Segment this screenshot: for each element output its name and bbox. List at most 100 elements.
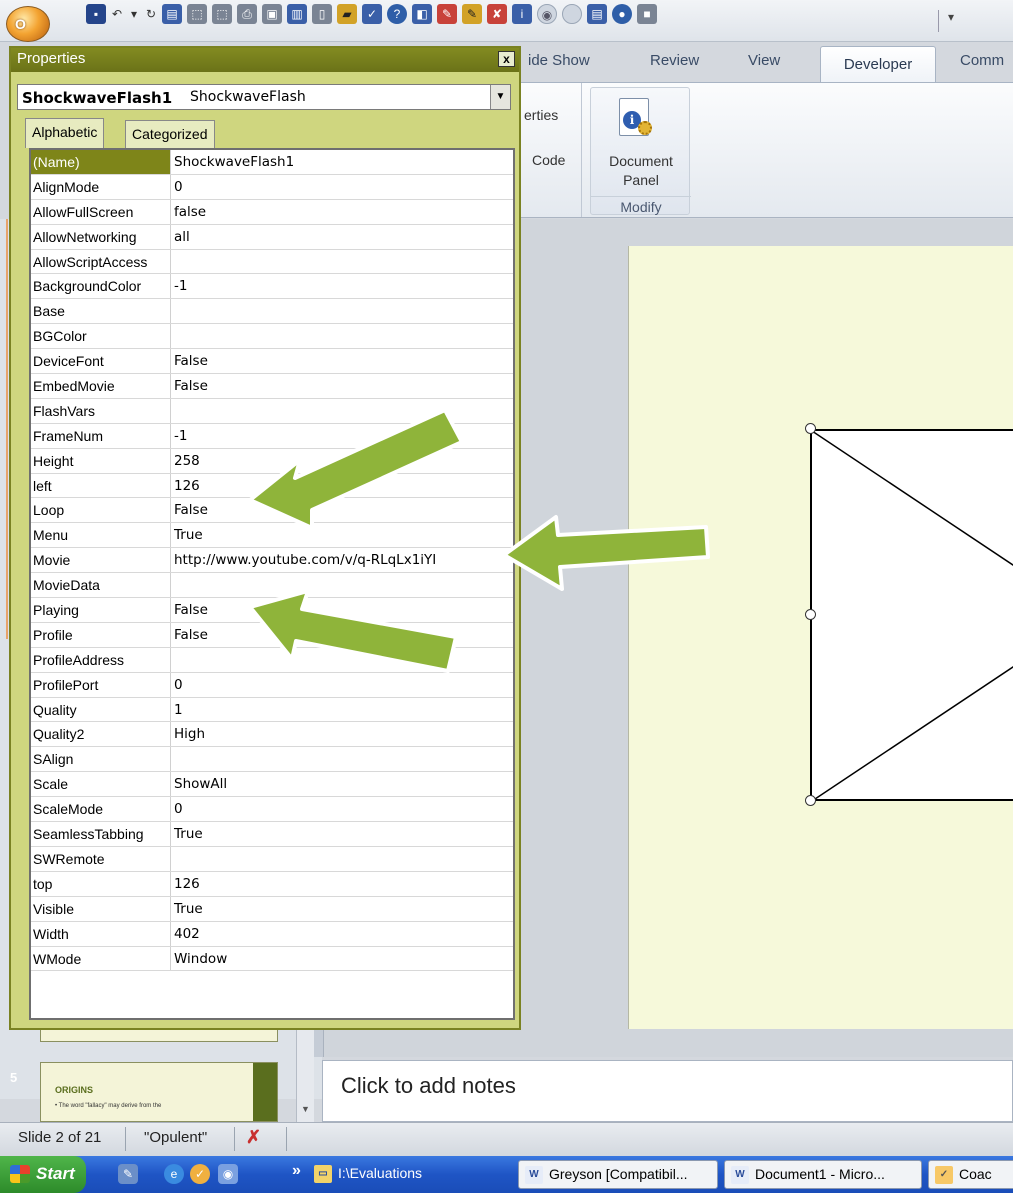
open-folder-icon[interactable]: ▰ bbox=[337, 4, 357, 24]
property-row[interactable]: Base bbox=[31, 299, 513, 325]
tab-review[interactable]: Review bbox=[650, 52, 699, 69]
document-panel-icon[interactable]: i bbox=[619, 98, 652, 136]
property-row[interactable]: ScaleMode 0 bbox=[31, 797, 513, 823]
quick-launch-icon-2[interactable]: ◉ bbox=[218, 1164, 238, 1184]
property-row[interactable]: top 126 bbox=[31, 871, 513, 897]
view-code-button[interactable]: Code bbox=[532, 152, 565, 168]
resize-handle-top-left[interactable] bbox=[805, 423, 816, 434]
slide-layout-icon[interactable]: ▤ bbox=[162, 4, 182, 24]
property-value[interactable]: 0 bbox=[172, 797, 513, 821]
property-value[interactable]: http://www.youtube.com/v/q-RLqLx1iYI bbox=[172, 548, 513, 572]
property-value[interactable]: -1 bbox=[172, 274, 513, 298]
property-row[interactable]: AllowFullScreen false bbox=[31, 199, 513, 225]
notes-pane[interactable]: Click to add notes bbox=[322, 1060, 1013, 1122]
property-value[interactable]: 0 bbox=[172, 175, 513, 199]
property-value[interactable]: True bbox=[172, 897, 513, 921]
taskbar-overflow-chevron[interactable]: » bbox=[292, 1162, 301, 1180]
internet-explorer-icon[interactable]: e bbox=[164, 1164, 184, 1184]
property-row[interactable]: Quality 1 bbox=[31, 697, 513, 723]
task-evaluations[interactable]: ▭ I:\Evaluations bbox=[308, 1160, 508, 1189]
task-coach[interactable]: ✓ Coac bbox=[928, 1160, 1013, 1189]
property-row[interactable]: Scale ShowAll bbox=[31, 772, 513, 798]
slide-thumbnail-4[interactable] bbox=[40, 1030, 278, 1042]
tab-developer[interactable]: Developer bbox=[820, 46, 936, 84]
show-desktop-icon[interactable]: ✎ bbox=[118, 1164, 138, 1184]
property-value[interactable]: 126 bbox=[172, 872, 513, 896]
insert-object-icon[interactable]: ◧ bbox=[412, 4, 432, 24]
select-icon[interactable]: ⬚ bbox=[212, 4, 232, 24]
property-row[interactable]: DeviceFont False bbox=[31, 349, 513, 375]
property-value[interactable] bbox=[172, 847, 513, 871]
property-value[interactable]: True bbox=[172, 822, 513, 846]
property-value[interactable]: High bbox=[172, 722, 513, 746]
quick-launch-icon[interactable]: ✓ bbox=[190, 1164, 210, 1184]
property-row[interactable]: WMode Window bbox=[31, 946, 513, 972]
slides-scrollbar[interactable]: ▼ bbox=[296, 1030, 314, 1130]
property-value[interactable] bbox=[172, 324, 513, 348]
property-value[interactable] bbox=[172, 747, 513, 771]
property-value[interactable]: False bbox=[172, 349, 513, 373]
property-row[interactable]: AllowScriptAccess bbox=[31, 249, 513, 275]
property-value[interactable]: False bbox=[172, 374, 513, 398]
start-button[interactable]: Start bbox=[0, 1156, 86, 1193]
print-preview-icon[interactable]: ▣ bbox=[262, 4, 282, 24]
print-icon[interactable]: ⎙ bbox=[237, 4, 257, 24]
property-row[interactable]: EmbedMovie False bbox=[31, 374, 513, 399]
new-document-icon[interactable]: ▯ bbox=[312, 4, 332, 24]
slide-thumbnail-5[interactable]: ORIGINS • The word "fallacy" may derive … bbox=[40, 1062, 278, 1122]
customize-toolbar-chevron-icon[interactable]: ▾ bbox=[948, 10, 954, 24]
document-panel-button[interactable]: Document Panel bbox=[591, 152, 691, 190]
property-row[interactable]: AlignMode 0 bbox=[31, 174, 513, 200]
tab-categorized[interactable]: Categorized bbox=[125, 120, 215, 148]
properties-button[interactable]: erties bbox=[524, 107, 558, 123]
property-row[interactable]: Movie http://www.youtube.com/v/q-RLqLx1iY… bbox=[31, 548, 513, 574]
properties-window[interactable]: Properties x ShockwaveFlash1 ShockwaveFl… bbox=[9, 46, 521, 1030]
form-icon[interactable]: ▤ bbox=[587, 4, 607, 24]
property-row[interactable]: SWRemote bbox=[31, 846, 513, 872]
redo-icon[interactable]: ↻ bbox=[145, 4, 157, 24]
radio-icon[interactable]: ◉ bbox=[537, 4, 557, 24]
highlighter-icon[interactable]: ✎ bbox=[462, 4, 482, 24]
save-icon[interactable]: ▪ bbox=[86, 4, 106, 24]
property-row[interactable]: SAlign bbox=[31, 747, 513, 773]
property-value[interactable]: all bbox=[172, 225, 513, 249]
quick-print-icon[interactable]: ▥ bbox=[287, 4, 307, 24]
circle-icon[interactable] bbox=[562, 4, 582, 24]
select-objects-icon[interactable]: ⬚ bbox=[187, 4, 207, 24]
office-button[interactable]: O bbox=[6, 6, 50, 42]
property-value[interactable]: Window bbox=[172, 947, 513, 971]
property-row[interactable]: Quality2 High bbox=[31, 722, 513, 748]
notes-placeholder[interactable]: Click to add notes bbox=[341, 1073, 516, 1099]
chevron-down-icon[interactable]: ▼ bbox=[490, 85, 510, 109]
property-value[interactable]: ShowAll bbox=[172, 772, 513, 796]
scroll-down-icon[interactable]: ▼ bbox=[301, 1104, 310, 1114]
property-row[interactable]: SeamlessTabbing True bbox=[31, 822, 513, 847]
object-selector[interactable]: ShockwaveFlash1 ShockwaveFlash ▼ bbox=[17, 84, 511, 110]
undo-icon[interactable]: ↶ bbox=[111, 4, 123, 24]
property-value[interactable] bbox=[172, 299, 513, 323]
spelling-check-icon[interactable]: ✗ bbox=[246, 1127, 274, 1149]
property-value[interactable] bbox=[172, 250, 513, 274]
property-row[interactable]: Visible True bbox=[31, 896, 513, 922]
property-value[interactable]: 402 bbox=[172, 922, 513, 946]
property-value[interactable]: 1 bbox=[172, 698, 513, 722]
tab-alphabetic[interactable]: Alphabetic bbox=[25, 118, 105, 148]
property-row[interactable]: AllowNetworking all bbox=[31, 224, 513, 250]
stop-icon[interactable]: ■ bbox=[637, 4, 657, 24]
resize-handle-left[interactable] bbox=[805, 609, 816, 620]
property-value[interactable]: false bbox=[172, 200, 513, 224]
pen-icon[interactable]: ✎ bbox=[437, 4, 457, 24]
tab-view[interactable]: View bbox=[748, 52, 780, 69]
record-icon[interactable]: ● bbox=[612, 4, 632, 24]
help-icon[interactable]: ? bbox=[387, 4, 407, 24]
property-row[interactable]: BGColor bbox=[31, 324, 513, 350]
close-button[interactable]: x bbox=[498, 51, 515, 67]
task-greyson[interactable]: W Greyson [Compatibil... bbox=[518, 1160, 718, 1189]
property-row[interactable]: Width 402 bbox=[31, 921, 513, 947]
eraser-icon[interactable]: ✘ bbox=[487, 4, 507, 24]
info-icon[interactable]: i bbox=[512, 4, 532, 24]
tab-comments[interactable]: Comm bbox=[960, 52, 1004, 69]
shockwave-flash-object[interactable] bbox=[810, 429, 1013, 802]
properties-title-bar[interactable]: Properties x bbox=[11, 48, 519, 72]
task-document1[interactable]: W Document1 - Micro... bbox=[724, 1160, 922, 1189]
